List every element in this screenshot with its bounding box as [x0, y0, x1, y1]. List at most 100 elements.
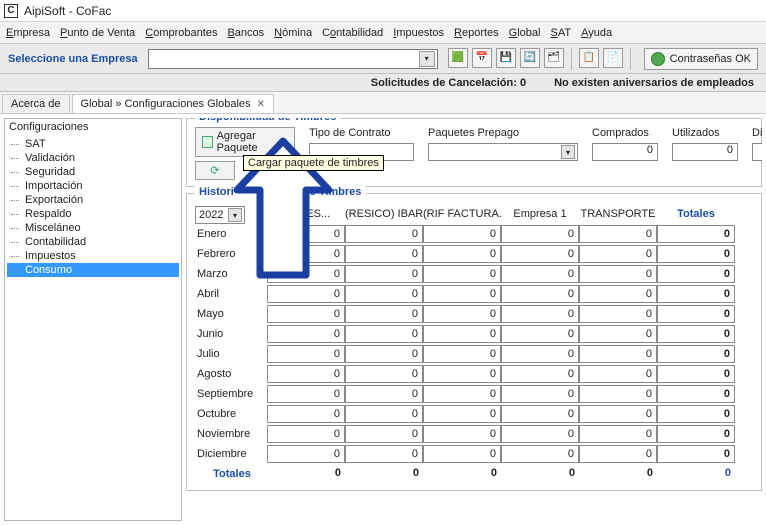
cell: 0: [423, 425, 501, 443]
secondary-button[interactable]: ⟳: [195, 161, 235, 180]
month-label: Junio: [195, 328, 267, 340]
tab-config-globales[interactable]: Global » Configuraciones Globales ✕: [72, 94, 274, 113]
cell: 0: [579, 245, 657, 263]
utilizados-value: 0: [672, 143, 738, 161]
total-cell: 0: [579, 465, 657, 483]
menu-comprobantes[interactable]: Comprobantes: [145, 27, 217, 39]
menu-empresa[interactable]: Empresa: [6, 27, 50, 39]
menu-impuestos[interactable]: Impuestos: [393, 27, 444, 39]
cell: 0: [579, 445, 657, 463]
sidebar-item-impuestos[interactable]: Impuestos: [7, 249, 179, 263]
cell: 0: [267, 225, 345, 243]
table-row: Noviembre000000: [195, 424, 753, 444]
cell: 0: [657, 445, 735, 463]
chevron-down-icon[interactable]: ▾: [419, 51, 435, 67]
cell: 0: [345, 445, 423, 463]
month-label: Octubre: [195, 408, 267, 420]
menu-contabilidad[interactable]: Contabilidad: [322, 27, 383, 39]
cell: 0: [501, 325, 579, 343]
cell: 0: [579, 345, 657, 363]
month-label: Julio: [195, 348, 267, 360]
toolbar-separator: [571, 48, 572, 70]
checkmark-icon: [651, 52, 665, 66]
cell: 0: [501, 345, 579, 363]
tool-icon-3[interactable]: 💾: [496, 48, 516, 68]
sidebar-item-consumo[interactable]: Consumo: [7, 263, 179, 277]
menu-punto-venta[interactable]: Punto de Venta: [60, 27, 135, 39]
comprados-value: 0: [592, 143, 658, 161]
chevron-down-icon[interactable]: ▾: [228, 208, 242, 222]
tool-icon-6[interactable]: 📋: [579, 48, 599, 68]
menu-reportes[interactable]: Reportes: [454, 27, 499, 39]
menu-ayuda[interactable]: Ayuda: [581, 27, 612, 39]
group-disponibilidad: Disponibilidad de Timbres Agregar Paquet…: [186, 118, 762, 187]
total-cell: 0: [345, 465, 423, 483]
year-combo[interactable]: 2022 ▾: [195, 206, 245, 224]
utilizados-label: Utilizados: [672, 127, 738, 139]
table-row: Agosto000000: [195, 364, 753, 384]
empresa-combo[interactable]: ▾: [148, 49, 438, 69]
month-label: Noviembre: [195, 428, 267, 440]
cell: 0: [345, 365, 423, 383]
cell: 0: [423, 445, 501, 463]
add-icon: [202, 136, 213, 148]
close-icon[interactable]: ✕: [257, 99, 265, 110]
tool-icon-2[interactable]: 📅: [472, 48, 492, 68]
window-title: AipiSoft - CoFac: [24, 4, 111, 18]
cell: 0: [579, 365, 657, 383]
cell: 0: [501, 425, 579, 443]
chevron-down-icon[interactable]: ▾: [561, 145, 575, 159]
tab-acerca-de[interactable]: Acerca de: [2, 94, 70, 113]
menu-sat[interactable]: SAT: [550, 27, 571, 39]
sidebar-item-seguridad[interactable]: Seguridad: [7, 165, 179, 179]
tool-icon-1[interactable]: 🟩: [448, 48, 468, 68]
status-line: Solicitudes de Cancelación: 0 No existen…: [0, 74, 766, 92]
cell: 0: [501, 445, 579, 463]
month-label: Agosto: [195, 368, 267, 380]
tool-icon-5[interactable]: 🗂: [544, 48, 564, 68]
table-row: Julio000000: [195, 344, 753, 364]
toolbar-separator-2: [630, 48, 631, 70]
menu-bancos[interactable]: Bancos: [227, 27, 264, 39]
tool-icon-4[interactable]: 🔄: [520, 48, 540, 68]
total-cell: 0: [501, 465, 579, 483]
status-aniversarios: No existen aniversarios de empleados: [554, 77, 754, 89]
toolbar: Seleccione una Empresa ▾ 🟩 📅 💾 🔄 🗂 📋 📄 C…: [0, 44, 766, 74]
cell: 0: [423, 265, 501, 283]
sidebar-item-validación[interactable]: Validación: [7, 151, 179, 165]
cell: 0: [579, 425, 657, 443]
contrasenas-ok-button[interactable]: Contraseñas OK: [644, 48, 758, 70]
table-row: Octubre000000: [195, 404, 753, 424]
paquetes-prepago-combo[interactable]: ▾: [428, 143, 578, 161]
cell: 0: [501, 365, 579, 383]
totals-row: Totales000000: [195, 464, 753, 484]
menu-nomina[interactable]: Nómina: [274, 27, 312, 39]
cell: 0: [579, 265, 657, 283]
table-row: Marzo000000: [195, 264, 753, 284]
table-row: Abril000000: [195, 284, 753, 304]
cell: 0: [345, 265, 423, 283]
button-label: Agregar Paquete: [217, 130, 288, 154]
tabbar: Acerca de Global » Configuraciones Globa…: [0, 92, 766, 114]
cell: 0: [657, 345, 735, 363]
main-panel: Disponibilidad de Timbres Agregar Paquet…: [186, 118, 762, 521]
titlebar: C AipiSoft - CoFac: [0, 0, 766, 22]
cell: 0: [345, 385, 423, 403]
cell: 0: [657, 245, 735, 263]
cell: 0: [501, 265, 579, 283]
cell: 0: [423, 285, 501, 303]
cell: 0: [267, 285, 345, 303]
menu-global[interactable]: Global: [509, 27, 541, 39]
menubar: Empresa Punto de Venta Comprobantes Banc…: [0, 22, 766, 44]
sidebar-item-misceláneo[interactable]: Misceláneo: [7, 221, 179, 235]
sidebar-item-respaldo[interactable]: Respaldo: [7, 207, 179, 221]
sidebar-item-contabilidad[interactable]: Contabilidad: [7, 235, 179, 249]
cell: 0: [423, 345, 501, 363]
sidebar-item-exportación[interactable]: Exportación: [7, 193, 179, 207]
agregar-paquete-button[interactable]: Agregar Paquete: [195, 127, 295, 157]
sidebar-item-sat[interactable]: SAT: [7, 137, 179, 151]
cell: 0: [267, 345, 345, 363]
cell: 0: [345, 405, 423, 423]
sidebar-item-importación[interactable]: Importación: [7, 179, 179, 193]
tool-icon-7[interactable]: 📄: [603, 48, 623, 68]
